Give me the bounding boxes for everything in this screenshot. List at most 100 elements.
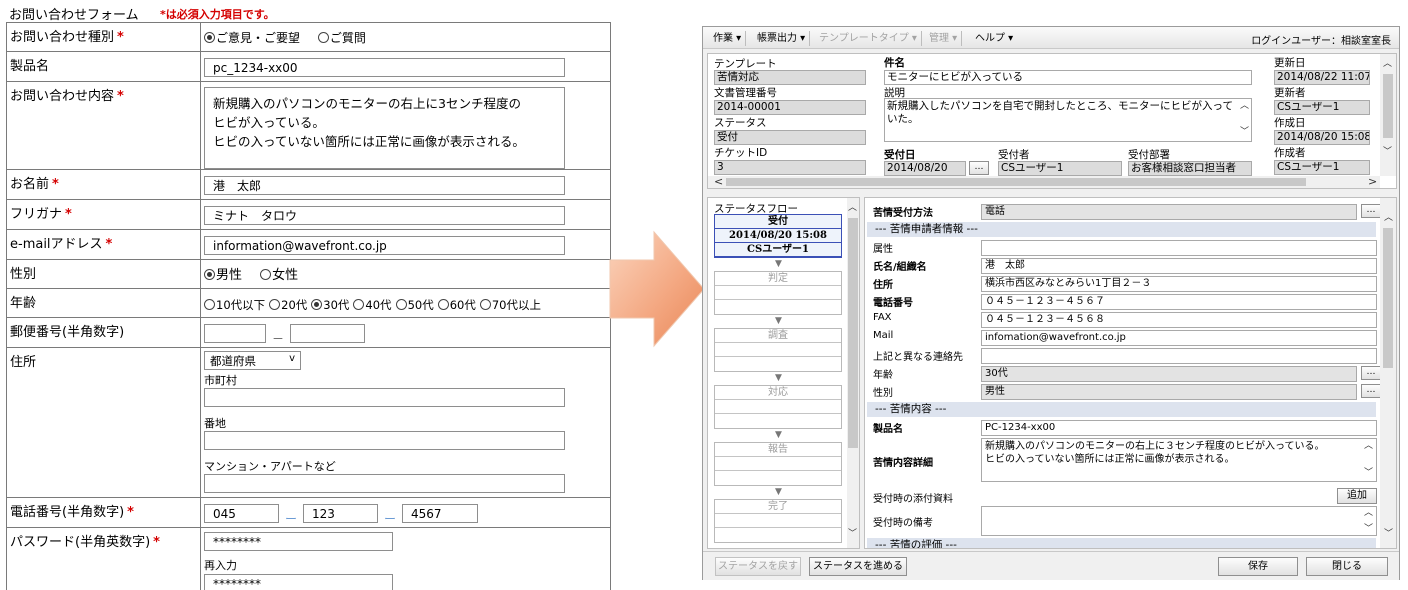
- splitter-handle[interactable]: [707, 191, 1397, 195]
- radio-age-40[interactable]: 40代: [353, 298, 392, 312]
- radio-question[interactable]: ご質問: [317, 31, 366, 45]
- docno-label: 文書管理番号: [714, 87, 777, 99]
- radio-male[interactable]: 男性: [204, 268, 242, 283]
- flow-step-received[interactable]: 受付 2014/08/20 15:08 CSユーザー1: [714, 214, 842, 258]
- radio-age-10[interactable]: 10代以下: [204, 298, 265, 312]
- login-user: ログインユーザー：相談室室長: [1251, 36, 1391, 47]
- flow-step-complete[interactable]: 完了: [714, 499, 842, 543]
- menu-help[interactable]: ヘルプ ▾: [971, 31, 1017, 46]
- flow-step-respond[interactable]: 対応: [714, 385, 842, 429]
- applicant-name-input[interactable]: 港 太郎: [981, 258, 1377, 274]
- other-contact-input[interactable]: [981, 348, 1377, 364]
- applicant-name-label: 氏名/組織名: [873, 262, 927, 273]
- memo-scroll-up-icon[interactable]: ︿: [1364, 509, 1373, 518]
- radio-age-30[interactable]: 30代: [311, 298, 349, 312]
- flow-arrow-icon: ▼: [775, 487, 782, 497]
- password-reenter-input[interactable]: ********: [204, 574, 393, 590]
- radio-female[interactable]: 女性: [260, 268, 298, 283]
- flow-step-investigate[interactable]: 調査: [714, 328, 842, 372]
- radio-age-20[interactable]: 20代: [269, 298, 307, 312]
- scroll-right-icon[interactable]: >: [1368, 176, 1377, 187]
- content-detail-textarea[interactable]: 新規購入のパソコンのモニターの右上に３センチ程度のヒビが入っている。 ヒビの入って…: [981, 438, 1377, 482]
- postal-label: 郵便番号(半角数字): [10, 325, 125, 340]
- product-input[interactable]: PC-1234-xx00: [981, 420, 1377, 436]
- memo-textarea[interactable]: [981, 506, 1377, 536]
- radio-age-60[interactable]: 60代: [437, 298, 476, 312]
- memo-scroll-down-icon[interactable]: ﹀: [1364, 525, 1373, 534]
- flow-step-judge[interactable]: 判定: [714, 271, 842, 315]
- scroll-thumb[interactable]: [848, 218, 858, 448]
- menu-admin[interactable]: 管理 ▾: [925, 31, 963, 46]
- applicant-tel-input[interactable]: ０４５－１２３－４５６７: [981, 294, 1377, 310]
- postal-input-1[interactable]: [204, 324, 266, 343]
- menu-work[interactable]: 作業 ▾: [709, 31, 747, 46]
- desc-scroll-up-icon[interactable]: ︿: [1240, 102, 1249, 111]
- scroll-up-icon[interactable]: ︿: [1383, 60, 1392, 69]
- save-button[interactable]: 保存: [1218, 557, 1298, 576]
- address-label: 住所: [10, 355, 37, 370]
- close-button[interactable]: 閉じる: [1306, 557, 1388, 576]
- phone-input-1[interactable]: 045: [204, 504, 279, 523]
- scroll-up-icon[interactable]: ︿: [1384, 214, 1393, 223]
- applicant-mail-input[interactable]: infomation@wavefront.co.jp: [981, 330, 1377, 346]
- hscroll-thumb[interactable]: [726, 178, 1306, 186]
- header-vscrollbar[interactable]: ︿ ﹀: [1380, 54, 1396, 176]
- age-label: 年齢: [873, 370, 893, 381]
- mansion-input[interactable]: [204, 474, 565, 493]
- radio-age-50[interactable]: 50代: [395, 298, 434, 312]
- phone-input-3[interactable]: 4567: [402, 504, 479, 523]
- ticket-header-panel: テンプレート 苦情対応 文書管理番号 2014-00001 ステータス 受付 チ…: [707, 53, 1397, 189]
- radio-age-70[interactable]: 70代以上: [479, 298, 541, 312]
- desc-scroll-down-icon[interactable]: ﹀: [1240, 128, 1249, 137]
- menu-template-type[interactable]: テンプレートタイプ ▾: [815, 31, 922, 46]
- scroll-thumb[interactable]: [1383, 228, 1393, 368]
- bottom-toolbar: ステータスを戻す ステータスを進める 保存 閉じる: [703, 551, 1399, 580]
- banchi-input[interactable]: [204, 431, 565, 450]
- status-advance-button[interactable]: ステータスを進める: [809, 557, 907, 576]
- radio-opinion[interactable]: ご意見・ご要望: [204, 31, 300, 45]
- flow-step-report[interactable]: 報告: [714, 442, 842, 486]
- subject-input[interactable]: モニターにヒビが入っている: [884, 70, 1252, 85]
- other-contact-label: 上記と異なる連絡先: [873, 352, 963, 363]
- content-label: お問い合わせ内容: [10, 89, 115, 104]
- gender-select-button[interactable]: …: [1361, 384, 1381, 398]
- menu-report[interactable]: 帳票出力 ▾: [753, 31, 811, 46]
- desc-textarea[interactable]: 新規購入したパソコンを自宅で開封したところ、モニターにヒビが入っていた。: [884, 98, 1252, 142]
- attr-input[interactable]: [981, 240, 1377, 256]
- scroll-thumb[interactable]: [1383, 74, 1393, 138]
- complaint-detail-panel: 苦情受付方法 電話… --- 苦情申請者情報 --- 属性 氏名/組織名港 太郎 …: [864, 197, 1397, 549]
- scroll-up-icon[interactable]: ︿: [848, 204, 857, 213]
- phone-input-2[interactable]: 123: [303, 504, 379, 523]
- email-input[interactable]: information@wavefront.co.jp: [204, 236, 565, 255]
- recv-date-picker-button[interactable]: …: [969, 161, 989, 175]
- prefecture-select[interactable]: 都道府県: [204, 351, 301, 370]
- product-input[interactable]: pc_1234-xx00: [204, 58, 565, 77]
- docno-field: 2014-00001: [714, 100, 866, 115]
- method-select-button[interactable]: …: [1361, 204, 1381, 218]
- name-input[interactable]: 港 太郎: [204, 176, 565, 195]
- applicant-fax-input[interactable]: ０４５－１２３－４５６８: [981, 312, 1377, 328]
- attach-add-button[interactable]: 追加: [1337, 488, 1377, 504]
- header-hscrollbar[interactable]: < >: [708, 176, 1380, 188]
- flow-arrow-icon: ▼: [775, 430, 782, 440]
- postal-input-2[interactable]: [290, 324, 366, 343]
- age-select-button[interactable]: …: [1361, 366, 1381, 380]
- content-textarea[interactable]: 新規購入のパソコンのモニターの右上に3センチ程度の ヒビが入っている。 ヒビの入って…: [204, 87, 565, 169]
- password-input[interactable]: ********: [204, 532, 393, 551]
- furigana-input[interactable]: ミナト タロウ: [204, 206, 565, 225]
- applicant-address-input[interactable]: 横浜市西区みなとみらい1丁目２－３: [981, 276, 1377, 292]
- flow-arrow-icon: ▼: [775, 373, 782, 383]
- status-back-button[interactable]: ステータスを戻す: [715, 557, 801, 576]
- scroll-down-icon[interactable]: ﹀: [1384, 530, 1393, 539]
- city-input[interactable]: [204, 388, 565, 407]
- scroll-down-icon[interactable]: ﹀: [848, 530, 857, 539]
- age-label: 年齢: [10, 296, 37, 311]
- detail-vscrollbar[interactable]: ︿ ﹀: [1380, 198, 1396, 548]
- applicant-tel-label: 電話番号: [873, 298, 913, 309]
- flow-vscrollbar[interactable]: ︿ ﹀: [847, 198, 859, 548]
- status-label: ステータス: [714, 117, 767, 129]
- scroll-down-icon[interactable]: ﹀: [1383, 148, 1392, 157]
- textarea-scroll-up-icon[interactable]: ︿: [1364, 442, 1373, 451]
- textarea-scroll-down-icon[interactable]: ﹀: [1364, 469, 1373, 478]
- scroll-left-icon[interactable]: <: [714, 176, 723, 187]
